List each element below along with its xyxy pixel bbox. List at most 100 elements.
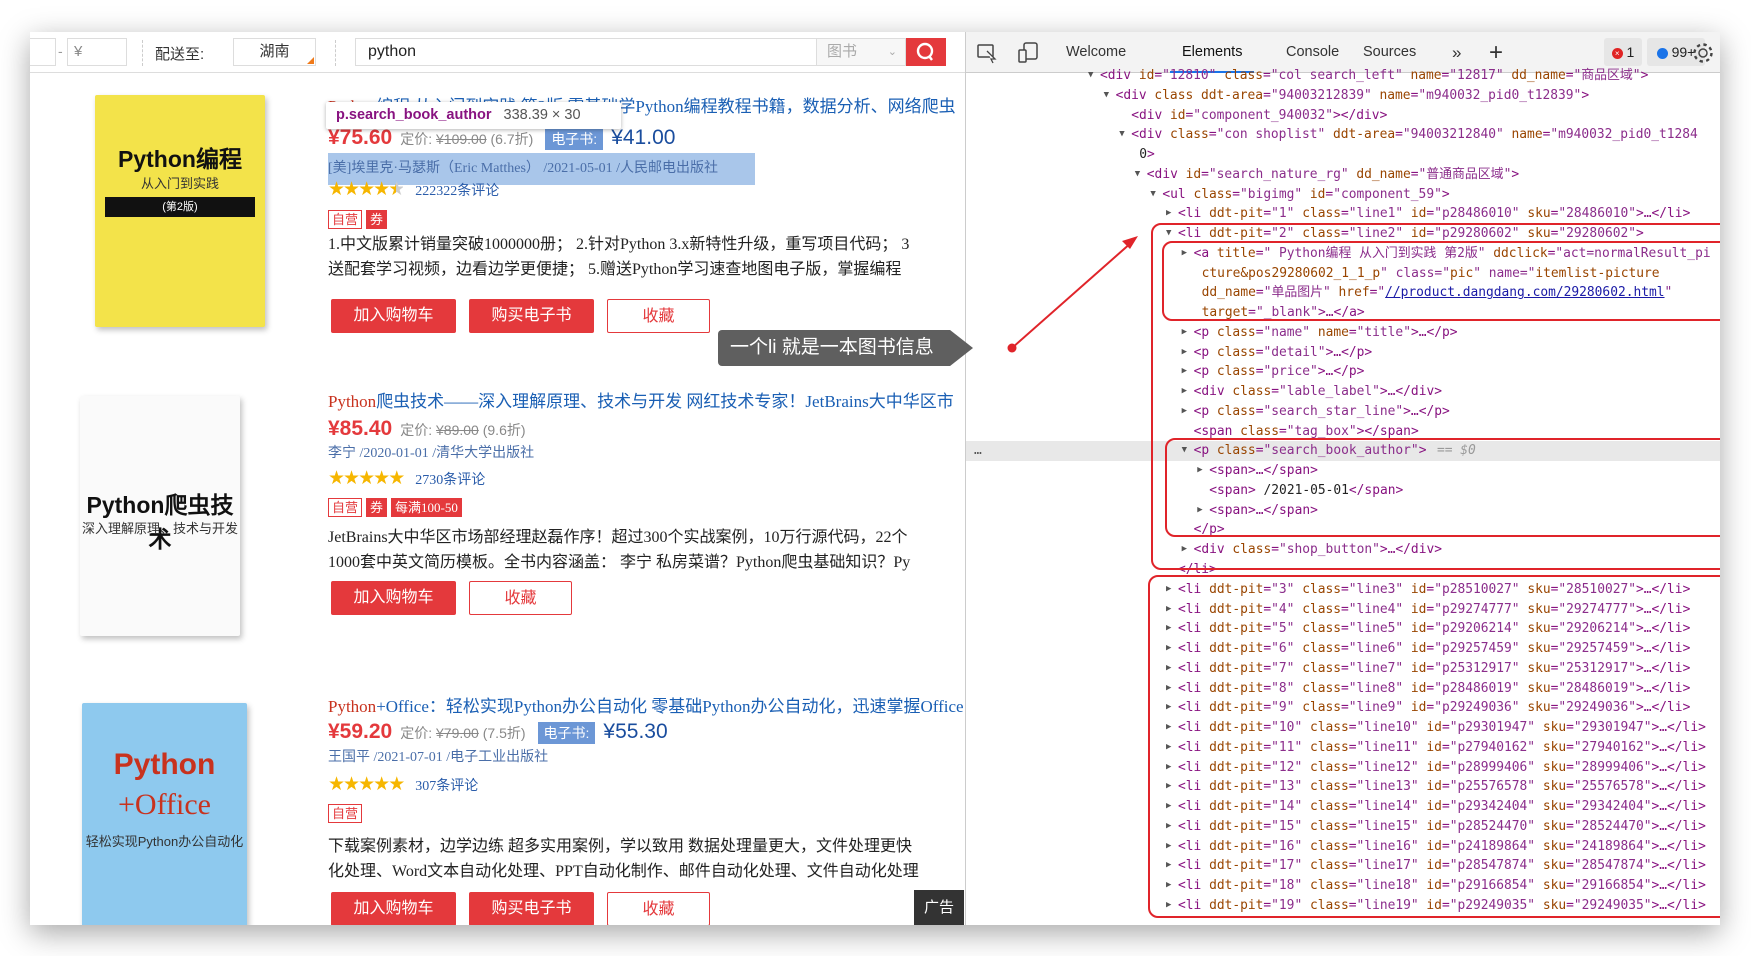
book-author-line[interactable]: 李宁 /2020-01-01 /清华大学出版社 xyxy=(328,442,534,462)
product-tag: 自营 xyxy=(328,210,363,229)
favorite-button[interactable]: 收藏 xyxy=(469,581,572,615)
cover-title: Python编程 xyxy=(118,146,242,172)
book-cover-image[interactable]: Python编程 从入门到实践 (第2版) xyxy=(95,95,265,327)
min-price-input[interactable] xyxy=(30,38,56,66)
review-count-link[interactable]: 2730条评论 xyxy=(415,473,485,488)
node-markup: <div id="component_940032"></div> xyxy=(1131,107,1388,123)
description-line: 1.中文版累计销量突破1000000册； 2.针对Python 3.x新特性升级… xyxy=(328,236,910,253)
node-actions-ellipsis[interactable]: … xyxy=(974,441,982,461)
expanded-triangle-icon[interactable]: ▼ xyxy=(1104,86,1109,106)
ship-to-label: 配送至: xyxy=(155,46,205,63)
inspect-element-icon[interactable] xyxy=(976,42,998,64)
add-to-cart-button[interactable]: 加入购物车 xyxy=(331,581,456,615)
chevron-down-icon: ⌄ xyxy=(887,46,897,58)
range-dash: - xyxy=(58,43,63,59)
category-value: 图书 xyxy=(827,43,858,60)
star-icon: ★ xyxy=(358,179,375,200)
add-to-cart-button[interactable]: 加入购物车 xyxy=(331,299,456,333)
dom-node-line[interactable]: ▶ <li ddt-pit="1" class="line1" id="p284… xyxy=(966,204,1720,224)
errors-badge[interactable]: × 1 xyxy=(1604,38,1642,66)
description-line: 送配套学习视频，边看边学更便捷； 5.赠送Python学习速查地图电子版，掌握编… xyxy=(328,261,902,278)
price-row: ¥59.20 定价: ¥79.00 (7.5折) 电子书: ¥55.30 xyxy=(328,720,668,744)
cover-subtitle: 深入理解原理、技术与开发 xyxy=(81,521,238,536)
book-cover-image[interactable]: Python爬虫技术 深入理解原理、技术与开发 xyxy=(80,396,240,636)
dom-node-line[interactable]: ▼ <div id="search_nature_rg" dd_name="普通… xyxy=(966,165,1720,185)
product-tag: 券 xyxy=(366,498,388,517)
star-icon: ★ xyxy=(343,179,360,200)
rating: ★★★★★ 222322条评论 xyxy=(328,178,499,201)
max-price-input[interactable]: ¥ xyxy=(67,38,127,66)
book-list-item: Python爬虫技术 深入理解原理、技术与开发 Python爬虫技术——深入理解… xyxy=(30,387,965,687)
book-cover-image[interactable]: Python +Office 轻松实现Python办公自动化 xyxy=(82,703,247,925)
title-keyword: Python xyxy=(328,392,377,411)
ebook-price[interactable]: ¥41.00 xyxy=(611,126,675,149)
dom-node-line[interactable]: <div id="component_940032"></div> xyxy=(966,106,1720,126)
current-price: ¥85.40 xyxy=(328,417,393,440)
star-icon: ★ xyxy=(373,179,390,200)
highlight-box-author xyxy=(1165,438,1720,537)
node-markup: <div class="con shoplist" ddt-area="9400… xyxy=(1131,127,1698,143)
list-price: ¥79.00 xyxy=(436,725,479,741)
search-toolbar: - ¥ 配送至: 湖南 python 图书 ⌄ xyxy=(30,32,965,73)
category-select[interactable]: 图书 ⌄ xyxy=(816,38,906,66)
divider xyxy=(142,40,143,66)
error-icon: × xyxy=(1611,47,1623,59)
tag-row: 自营券 xyxy=(328,210,391,229)
star-icon: ★ xyxy=(328,179,345,200)
dom-node-line[interactable]: ▼ <ul class="bigimg" id="component_59"> xyxy=(966,185,1720,205)
dom-node-line[interactable]: ▼ <div class ddt-area="94003212839" name… xyxy=(966,86,1720,106)
description-line: 化处理、Word文本自动化处理、PPT自动化制作、邮件自动化处理、文件自动化处理 xyxy=(328,863,919,880)
dom-node-line[interactable]: ▼ <div class="con shoplist" ddt-area="94… xyxy=(966,125,1720,145)
current-price: ¥75.60 xyxy=(328,126,393,149)
search-input[interactable]: python xyxy=(355,38,817,66)
settings-gear-icon[interactable] xyxy=(1691,41,1715,65)
expanded-triangle-icon[interactable]: ▼ xyxy=(1135,165,1140,185)
region-value: 湖南 xyxy=(259,43,290,60)
star-icon: ★ xyxy=(388,179,405,200)
highlight-box-li-list xyxy=(1148,575,1720,918)
review-count-link[interactable]: 222322条评论 xyxy=(415,184,499,199)
tooltip-selector: p.search_book_author xyxy=(336,107,492,123)
add-to-cart-button[interactable]: 加入购物车 xyxy=(331,892,456,925)
device-toolbar-icon[interactable] xyxy=(1017,41,1039,65)
cover-subtitle: 从入门到实践 xyxy=(140,176,219,191)
book-title-link[interactable]: Python爬虫技术——深入理解原理、技术与开发 网红技术专家！JetBrain… xyxy=(328,387,954,412)
shop-buttons: 加入购物车 收藏 xyxy=(331,581,585,615)
expanded-triangle-icon[interactable]: ▼ xyxy=(1150,185,1155,205)
current-price: ¥59.20 xyxy=(328,720,393,743)
collapsed-triangle-icon[interactable]: ▶ xyxy=(1166,204,1171,224)
expanded-triangle-icon[interactable]: ▼ xyxy=(1119,125,1124,145)
book-author-line[interactable]: 王国平 /2021-07-01 /电子工业出版社 xyxy=(328,746,548,766)
node-markup: <div id="12810" class="col search_left" … xyxy=(1100,68,1649,83)
book-description: 1.中文版累计销量突破1000000册； 2.针对Python 3.x新特性升级… xyxy=(328,232,909,282)
star-icon: ★ xyxy=(343,774,360,795)
expanded-triangle-icon[interactable]: ▼ xyxy=(1088,66,1093,86)
node-markup: <li ddt-pit="1" class="line1" id="p28486… xyxy=(1178,206,1691,222)
shop-buttons: 加入购物车 购买电子书 收藏 xyxy=(331,892,723,925)
star-icon: ★ xyxy=(358,774,375,795)
message-icon xyxy=(1656,47,1668,59)
favorite-button[interactable]: 收藏 xyxy=(607,299,710,333)
review-count-link[interactable]: 307条评论 xyxy=(415,779,478,794)
node-markup: <ul class="bigimg" id="component_59"> xyxy=(1162,186,1450,202)
list-price: ¥109.00 xyxy=(436,131,487,147)
rating: ★★★★★ 307条评论 xyxy=(328,773,478,796)
buy-ebook-button[interactable]: 购买电子书 xyxy=(469,299,594,333)
inspect-tooltip: p.search_book_author 338.39 × 30 xyxy=(326,102,621,129)
ebook-price[interactable]: ¥55.30 xyxy=(603,720,667,743)
dom-node-line[interactable]: ▼ <div id="12810" class="col search_left… xyxy=(966,66,1720,86)
node-markup: <div id="search_nature_rg" dd_name="普通商品… xyxy=(1146,166,1520,182)
rating: ★★★★★ 2730条评论 xyxy=(328,467,485,490)
star-icon: ★ xyxy=(328,468,345,489)
book-list-item: Python +Office 轻松实现Python办公自动化 Python+Of… xyxy=(30,692,965,925)
favorite-button[interactable]: 收藏 xyxy=(607,892,710,925)
dom-node-line[interactable]: 0> xyxy=(966,145,1720,165)
cover-title: Python xyxy=(113,748,216,781)
book-title-link[interactable]: Python+Office：轻松实现Python办公自动化 零基础Python办… xyxy=(328,692,964,717)
buy-ebook-button[interactable]: 购买电子书 xyxy=(469,892,594,925)
region-select[interactable]: 湖南 xyxy=(233,38,316,66)
ad-label[interactable]: 广告 xyxy=(914,890,964,925)
cover-title-2: +Office xyxy=(118,788,211,821)
search-button[interactable] xyxy=(906,38,946,66)
list-price-label: 定价: xyxy=(400,131,433,147)
